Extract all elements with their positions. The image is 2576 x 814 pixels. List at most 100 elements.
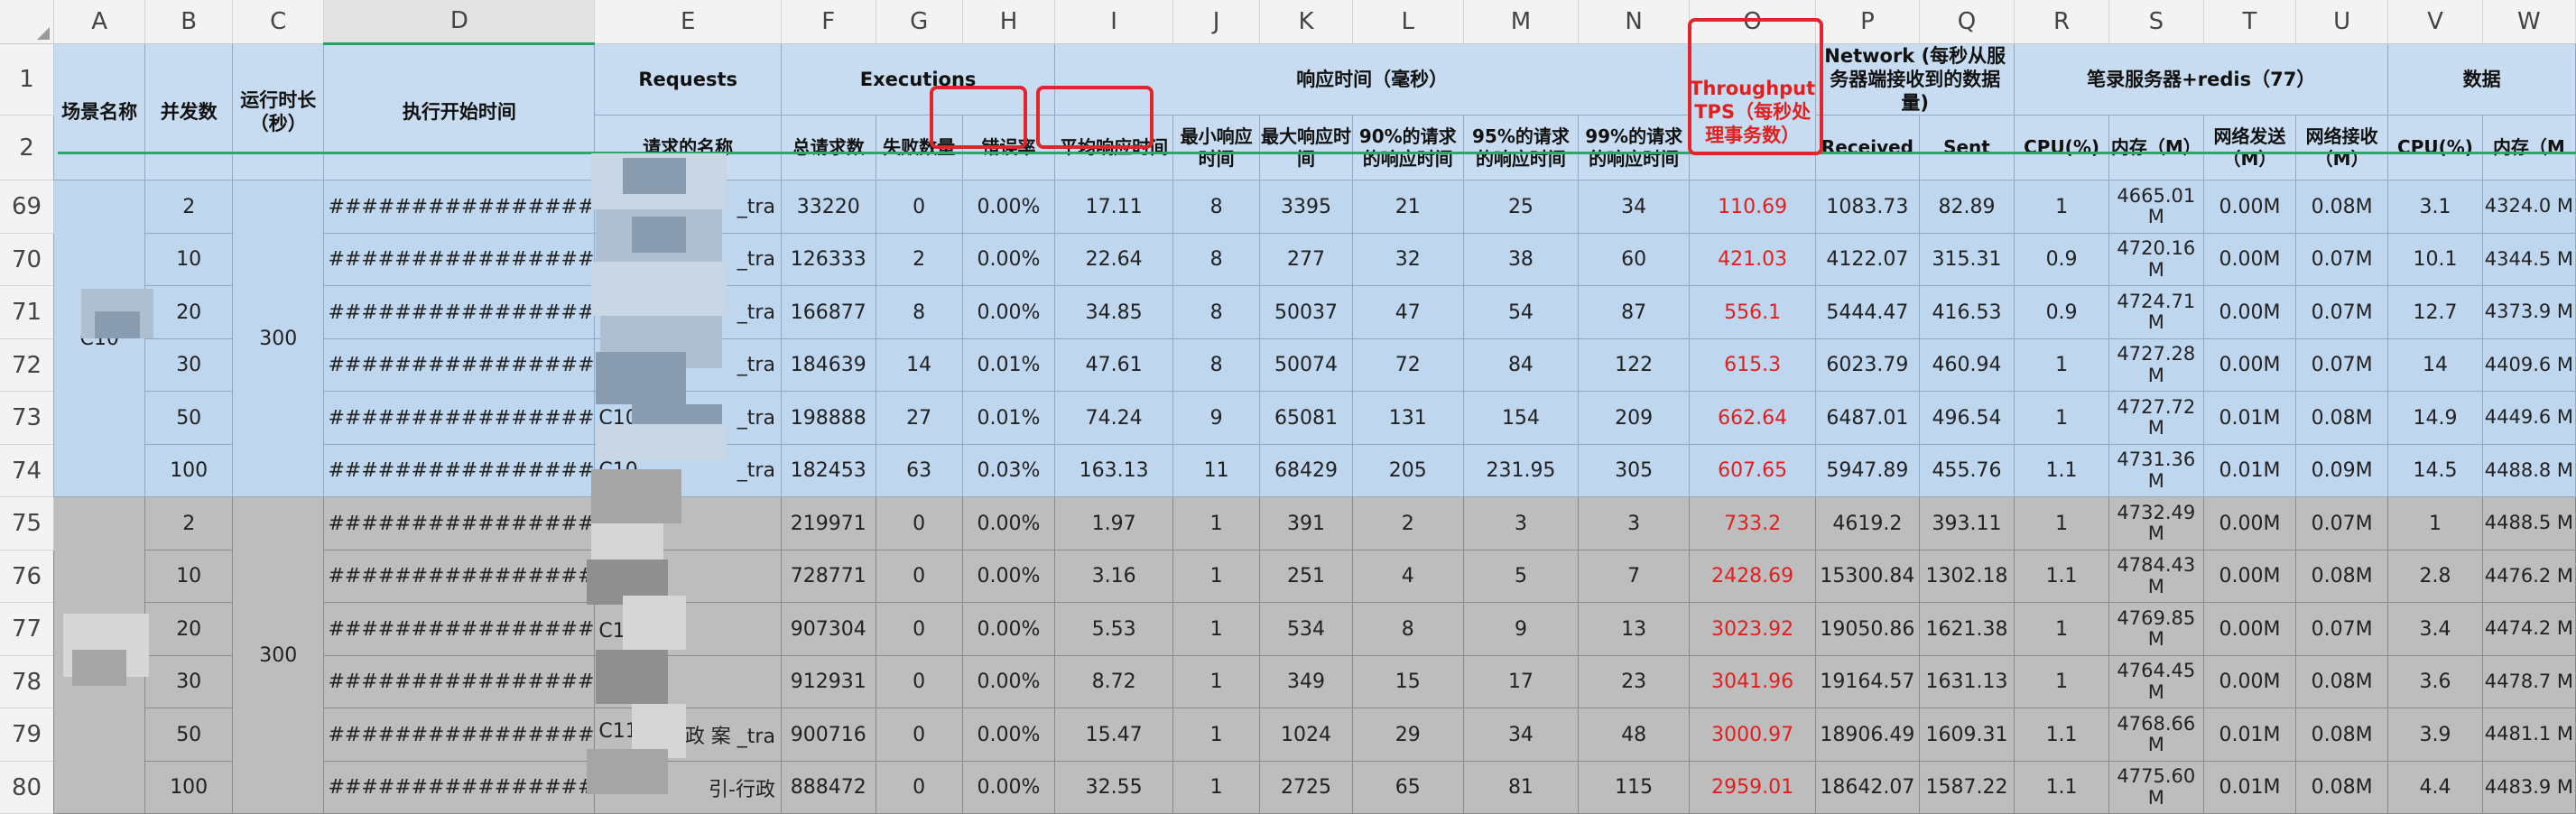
p95-cell[interactable]: 81 [1462,760,1580,814]
row-number[interactable]: 75 [0,496,54,550]
cpu-cell[interactable]: 1 [2014,391,2109,445]
net-send-cell[interactable]: 0.00M [2202,232,2297,287]
total-requests-cell[interactable]: 182453 [780,443,876,498]
throughput-cell[interactable]: 3023.92 [1689,602,1817,656]
min-response-cell[interactable]: 1 [1172,549,1261,604]
throughput-cell[interactable]: 3041.96 [1689,654,1817,709]
p95-cell[interactable]: 84 [1462,338,1580,393]
start-time-cell[interactable]: ################ [323,496,596,550]
memory-cell[interactable]: 4769.85 M [2108,602,2204,656]
sent-cell[interactable]: 1621.38 [1918,602,2015,656]
header-data[interactable]: 数据 [2387,42,2576,116]
p90-cell[interactable]: 15 [1351,654,1464,709]
net-recv-cell[interactable]: 0.08M [2295,180,2389,234]
cpu-2-cell[interactable]: 14.5 [2387,443,2483,498]
cpu-2-cell[interactable]: 1 [2387,496,2483,550]
net-recv-cell[interactable]: 0.07M [2295,496,2389,550]
max-response-cell[interactable]: 534 [1259,602,1353,656]
avg-response-cell[interactable]: 1.97 [1054,496,1173,550]
min-response-cell[interactable]: 1 [1172,760,1261,814]
column-header-a[interactable]: A [53,0,146,44]
concurrency-cell[interactable]: 20 [144,602,233,656]
sent-cell[interactable]: 315.31 [1918,232,2015,287]
error-rate-cell[interactable]: 0.03% [961,443,1056,498]
memory-cell[interactable]: 4720.16 M [2108,232,2204,287]
subheader-p99[interactable]: 99%的请求的响应时间 [1578,115,1691,181]
failures-cell[interactable]: 14 [875,338,963,393]
p95-cell[interactable]: 154 [1462,391,1580,445]
net-send-cell[interactable]: 0.00M [2202,285,2297,339]
p90-cell[interactable]: 32 [1351,232,1464,287]
min-response-cell[interactable]: 8 [1172,232,1261,287]
net-send-cell[interactable]: 0.00M [2202,338,2297,393]
sent-cell[interactable]: 496.54 [1918,391,2015,445]
max-response-cell[interactable]: 251 [1259,549,1353,604]
received-cell[interactable]: 4619.2 [1815,496,1920,550]
p95-cell[interactable]: 17 [1462,654,1580,709]
row-number[interactable]: 69 [0,180,54,234]
throughput-cell[interactable]: 556.1 [1689,285,1817,339]
received-cell[interactable]: 1083.73 [1815,180,1920,234]
failures-cell[interactable]: 0 [875,549,963,604]
column-header-h[interactable]: H [962,0,1056,44]
p99-cell[interactable]: 209 [1578,391,1691,445]
p90-cell[interactable]: 2 [1351,496,1464,550]
column-header-b[interactable]: B [144,0,233,44]
cpu-2-cell[interactable]: 2.8 [2387,549,2483,604]
avg-response-cell[interactable]: 8.72 [1054,654,1173,709]
memory-2-cell[interactable]: 4449.6 M [2481,391,2576,445]
net-recv-cell[interactable]: 0.08M [2295,760,2389,814]
start-time-cell[interactable]: ################ [323,443,596,498]
avg-response-cell[interactable]: 34.85 [1054,285,1173,339]
throughput-cell[interactable]: 733.2 [1689,496,1817,550]
cpu-cell[interactable]: 1 [2014,602,2109,656]
error-rate-cell[interactable]: 0.00% [961,285,1056,339]
sent-cell[interactable]: 1609.31 [1918,708,2015,762]
start-time-cell[interactable]: ################ [323,708,596,762]
concurrency-cell[interactable]: 50 [144,391,233,445]
subheader-memory-2[interactable]: 内存（M [2481,115,2576,181]
error-rate-cell[interactable]: 0.01% [961,338,1056,393]
header-network[interactable]: Network (每秒从服务器端接收到的数据量) [1815,42,2015,116]
total-requests-cell[interactable]: 907304 [780,602,876,656]
total-requests-cell[interactable]: 33220 [780,180,876,234]
failures-cell[interactable]: 0 [875,496,963,550]
subheader-cpu-2[interactable]: CPU(%) [2387,115,2483,181]
subheader-min-response[interactable]: 最小响应时间 [1172,115,1261,181]
cpu-2-cell[interactable]: 10.1 [2387,232,2483,287]
p90-cell[interactable]: 205 [1351,443,1464,498]
cpu-cell[interactable]: 1.1 [2014,549,2109,604]
throughput-cell[interactable]: 2428.69 [1689,549,1817,604]
error-rate-cell[interactable]: 0.00% [961,602,1056,656]
scene-name-cell[interactable]: C10 [52,180,146,498]
min-response-cell[interactable]: 8 [1172,285,1261,339]
p99-cell[interactable]: 3 [1578,496,1691,550]
memory-cell[interactable]: 4768.66 M [2108,708,2204,762]
received-cell[interactable]: 19050.86 [1815,602,1920,656]
p99-cell[interactable]: 34 [1578,180,1691,234]
min-response-cell[interactable]: 1 [1172,708,1261,762]
concurrency-cell[interactable]: 50 [144,708,233,762]
concurrency-cell[interactable]: 2 [144,496,233,550]
p99-cell[interactable]: 13 [1578,602,1691,656]
subheader-net-send[interactable]: 网络发送（M） [2202,115,2297,181]
cpu-2-cell[interactable]: 3.1 [2387,180,2483,234]
p95-cell[interactable]: 9 [1462,602,1580,656]
p90-cell[interactable]: 131 [1351,391,1464,445]
failures-cell[interactable]: 0 [875,654,963,709]
subheader-p95[interactable]: 95%的请求的响应时间 [1462,115,1580,181]
p95-cell[interactable]: 34 [1462,708,1580,762]
column-header-i[interactable]: I [1054,0,1173,44]
cpu-cell[interactable]: 0.9 [2014,232,2109,287]
p90-cell[interactable]: 72 [1351,338,1464,393]
start-time-cell[interactable]: ################ [323,654,596,709]
failures-cell[interactable]: 0 [875,602,963,656]
total-requests-cell[interactable]: 728771 [780,549,876,604]
error-rate-cell[interactable]: 0.00% [961,760,1056,814]
max-response-cell[interactable]: 50037 [1259,285,1353,339]
total-requests-cell[interactable]: 166877 [780,285,876,339]
subheader-sent[interactable]: Sent [1918,115,2015,181]
memory-cell[interactable]: 4727.72 M [2108,391,2204,445]
memory-2-cell[interactable]: 4481.1 M [2481,708,2576,762]
net-send-cell[interactable]: 0.00M [2202,602,2297,656]
